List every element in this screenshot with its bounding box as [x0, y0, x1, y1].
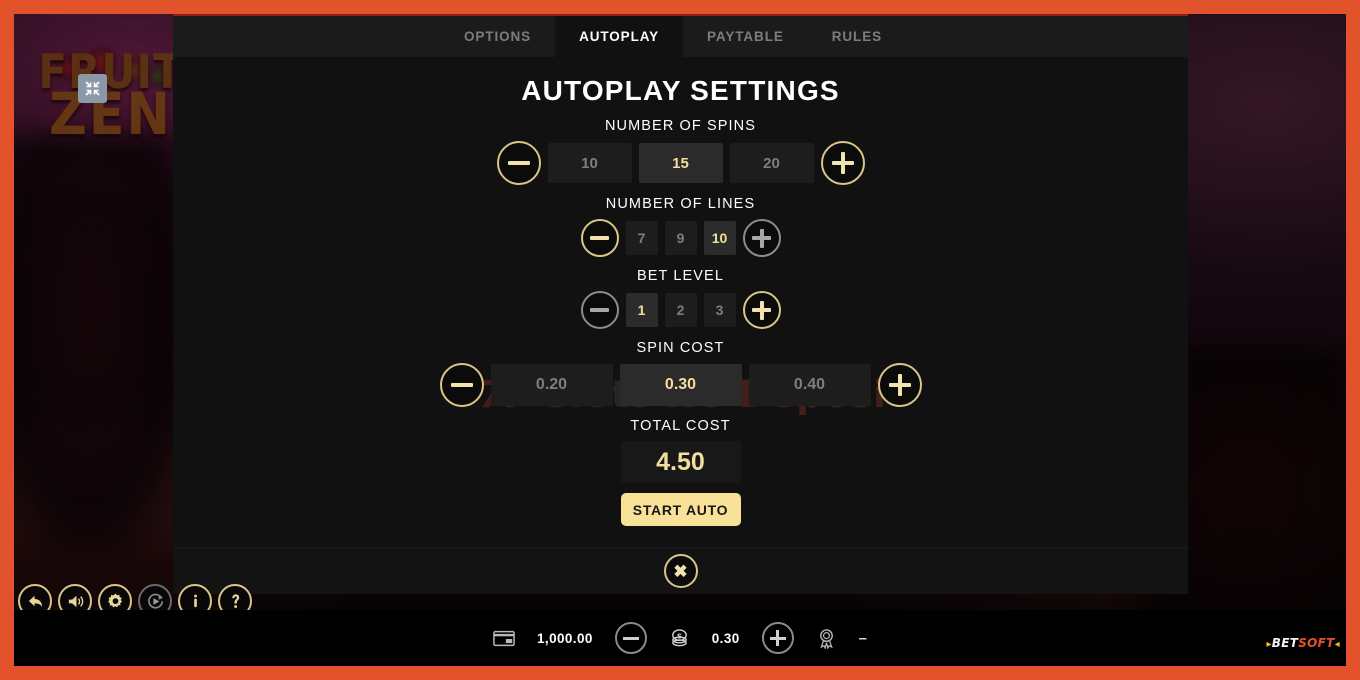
lines-option-2[interactable]: 10 — [703, 221, 736, 255]
spins-decrease-button[interactable] — [496, 141, 541, 185]
lines-option-0[interactable]: 7 — [625, 221, 658, 255]
row-number-of-spins: 10 15 20 — [173, 141, 1188, 185]
bet-decrease-button[interactable] — [614, 622, 647, 654]
game-logo: FRUIT ZEN — [28, 24, 193, 179]
spins-option-2[interactable]: 20 — [729, 143, 814, 183]
row-spin-cost: 0.20 0.30 0.40 — [173, 363, 1188, 407]
label-bet-level: BET LEVEL — [636, 268, 724, 284]
tab-rules[interactable]: RULES — [808, 16, 906, 57]
background-rock-left — [14, 134, 194, 564]
spin-cost-increase-button[interactable] — [877, 363, 922, 407]
tab-options[interactable]: OPTIONS — [440, 16, 555, 57]
total-cost-value: 4.50 — [620, 441, 741, 483]
betsoft-logo: ▸BETSOFT◂ — [1266, 636, 1340, 650]
bet-increase-button[interactable] — [761, 622, 794, 654]
spins-increase-button[interactable] — [820, 141, 865, 185]
label-number-of-spins: NUMBER OF SPINS — [604, 118, 757, 134]
bet-level-option-0[interactable]: 1 — [625, 293, 658, 327]
modal-body: 777Slots No Deposit AUTOPLAY SETTINGS NU… — [173, 57, 1188, 547]
logo-line-2: ZEN — [49, 81, 172, 150]
game-frame: FRUIT ZEN OPTIONS AUTOPLAY PAYTABLE RULE… — [14, 14, 1346, 666]
section-spin-cost: SPIN COST 0.20 0.30 0.40 — [173, 340, 1188, 407]
page-title: AUTOPLAY SETTINGS — [521, 75, 840, 106]
lines-decrease-button[interactable] — [580, 219, 619, 257]
close-icon[interactable]: ✖ — [663, 554, 698, 588]
modal-footer: ✖ — [173, 547, 1188, 594]
lines-option-1[interactable]: 9 — [664, 221, 697, 255]
bet-level-option-2[interactable]: 3 — [703, 293, 736, 327]
betsoft-suffix: ◂ — [1334, 639, 1340, 650]
label-total-cost: TOTAL COST — [630, 418, 731, 434]
tab-paytable[interactable]: PAYTABLE — [683, 16, 808, 57]
spin-cost-option-0[interactable]: 0.20 — [490, 364, 613, 406]
spin-cost-option-2[interactable]: 0.40 — [748, 364, 871, 406]
game-logo-text: FRUIT ZEN — [28, 48, 193, 150]
label-number-of-lines: NUMBER OF LINES — [605, 196, 756, 212]
tab-autoplay[interactable]: AUTOPLAY — [555, 16, 684, 57]
row-bet-level: 1 2 3 — [173, 291, 1188, 329]
betsoft-part1: BET — [1271, 636, 1299, 650]
award-medal-icon — [816, 628, 837, 649]
fullscreen-collapse-icon[interactable] — [78, 74, 107, 103]
row-number-of-lines: 7 9 10 — [173, 219, 1188, 257]
spin-cost-decrease-button[interactable] — [439, 363, 484, 407]
section-number-of-spins: NUMBER OF SPINS 10 15 20 — [173, 118, 1188, 185]
bet-value: 0.30 — [711, 630, 740, 646]
lines-increase-button[interactable] — [742, 219, 781, 257]
spins-option-0[interactable]: 10 — [547, 143, 632, 183]
betsoft-part2: SOFT — [1298, 636, 1335, 650]
spins-option-1[interactable]: 15 — [638, 143, 723, 183]
bet-level-increase-button[interactable] — [742, 291, 781, 329]
svg-text:S: S — [677, 631, 682, 640]
win-value: – — [858, 629, 867, 647]
label-spin-cost: SPIN COST — [636, 340, 725, 356]
game-screen: FRUIT ZEN OPTIONS AUTOPLAY PAYTABLE RULE… — [0, 0, 1360, 680]
section-number-of-lines: NUMBER OF LINES 7 9 10 — [173, 196, 1188, 257]
autoplay-settings-modal: OPTIONS AUTOPLAY PAYTABLE RULES 777Slots… — [173, 14, 1188, 594]
start-auto-button[interactable]: START AUTO — [620, 493, 741, 526]
status-bar-center: 1,000.00 S 0.30 – — [14, 622, 1346, 654]
status-bar: 1,000.00 S 0.30 – — [14, 610, 1346, 666]
balance-value: 1,000.00 — [537, 630, 593, 646]
bet-level-option-1[interactable]: 2 — [664, 293, 697, 327]
coins-stack-icon: S — [669, 628, 690, 649]
wallet-card-icon — [493, 630, 515, 647]
modal-tabbar: OPTIONS AUTOPLAY PAYTABLE RULES — [173, 16, 1188, 57]
bet-level-decrease-button[interactable] — [580, 291, 619, 329]
section-bet-level: BET LEVEL 1 2 3 — [173, 268, 1188, 329]
section-total-cost: TOTAL COST 4.50 START AUTO — [173, 418, 1188, 526]
spin-cost-option-1[interactable]: 0.30 — [619, 364, 742, 406]
